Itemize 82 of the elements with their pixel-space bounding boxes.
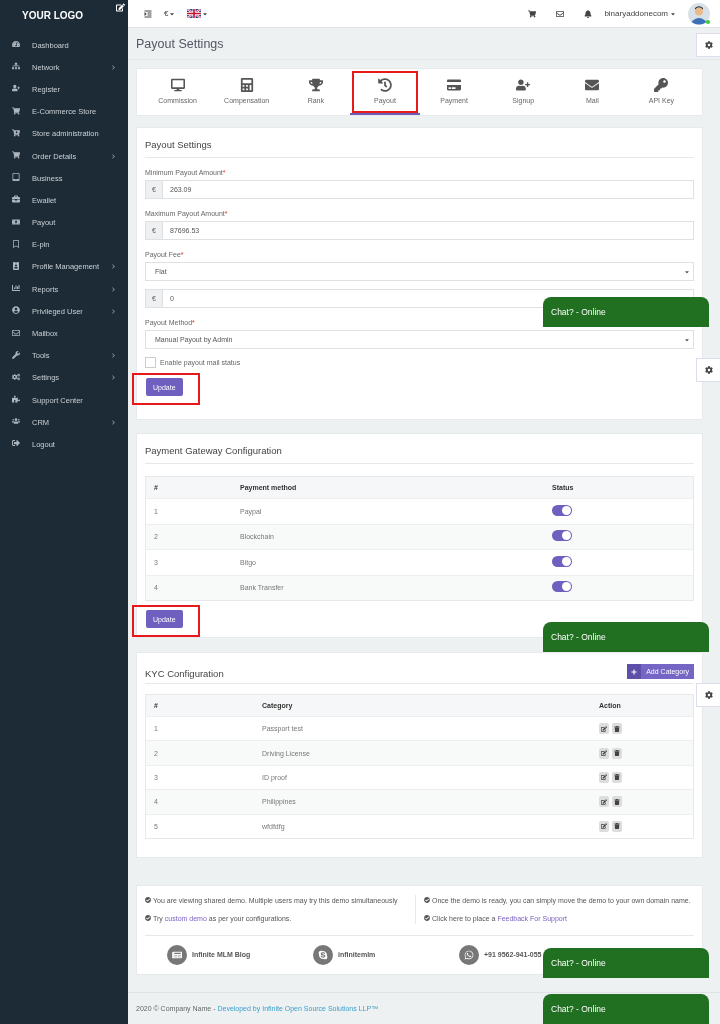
sign-out-icon — [12, 439, 20, 448]
whatsapp-icon[interactable] — [459, 944, 479, 965]
edit-button[interactable] — [599, 747, 609, 759]
chevron-icon — [111, 308, 116, 314]
briefcase-icon — [12, 195, 20, 204]
banknote-icon — [12, 217, 20, 226]
delete-button[interactable] — [612, 796, 622, 808]
chevron-icon — [111, 419, 116, 425]
page-title: Payout Settings — [136, 36, 224, 51]
gears-icon — [12, 372, 20, 381]
envelope-icon — [12, 328, 20, 337]
plus-icon — [631, 668, 638, 675]
skype-icon[interactable] — [313, 944, 333, 965]
bar-chart-icon — [12, 284, 20, 293]
cart-icon — [12, 128, 20, 137]
users-icon — [12, 417, 20, 426]
cart-icon — [12, 106, 20, 115]
chat-toast[interactable]: Chat? - Online — [543, 622, 709, 652]
gear-icon — [704, 366, 713, 374]
status-toggle[interactable] — [552, 555, 572, 567]
settings-button[interactable] — [696, 358, 720, 382]
chat-toast[interactable]: Chat? - Online — [543, 948, 709, 978]
chevron-icon — [111, 286, 116, 292]
trophy-icon — [308, 78, 323, 92]
bookmark-icon — [12, 239, 20, 248]
avatar[interactable] — [688, 2, 710, 25]
user-plus-icon — [516, 78, 531, 92]
chevron-icon — [111, 264, 116, 270]
status-toggle[interactable] — [552, 530, 572, 542]
bell-icon — [584, 9, 593, 18]
dashboard-gauge-icon — [12, 40, 20, 49]
monitor-icon — [170, 78, 185, 92]
cart-icon — [12, 151, 20, 160]
caret-icon — [202, 10, 209, 17]
chat-toast[interactable]: Chat? - Online — [543, 994, 709, 1024]
caret-icon — [670, 10, 676, 17]
user-menu[interactable]: binaryaddonecom — [604, 9, 676, 18]
puzzle-icon — [12, 395, 20, 404]
logo: YOUR LOGO — [22, 10, 85, 23]
chevron-icon — [111, 64, 116, 70]
envelope-icon — [585, 78, 600, 92]
delete-button[interactable] — [612, 723, 622, 735]
chevron-icon — [111, 153, 116, 159]
envelope-icon — [556, 9, 565, 18]
history-icon — [377, 78, 392, 92]
status-toggle[interactable] — [552, 504, 572, 516]
card-title: Payment Gateway Configuration — [145, 434, 694, 464]
edit-button[interactable] — [599, 796, 609, 808]
currency-dropdown[interactable]: € — [164, 9, 176, 18]
chat-toast[interactable]: Chat? - Online — [543, 297, 709, 327]
caret-icon — [169, 10, 176, 17]
chevron-icon — [111, 353, 116, 359]
gear-icon — [704, 691, 713, 699]
cart-icon — [528, 9, 537, 18]
caret-icon — [684, 268, 690, 275]
edit-icon — [116, 3, 125, 12]
user-plus-icon — [12, 84, 20, 93]
key-icon — [654, 78, 669, 92]
checkbox[interactable] — [145, 357, 156, 368]
edit-button[interactable] — [599, 820, 609, 832]
delete-button[interactable] — [612, 820, 622, 832]
delete-button[interactable] — [612, 747, 622, 759]
chevron-icon — [111, 375, 116, 381]
newspaper-icon[interactable] — [167, 944, 187, 965]
gear-icon — [704, 41, 713, 49]
sitemap-icon — [12, 62, 20, 71]
card-title: Payout Settings — [145, 128, 694, 158]
wrench-icon — [12, 350, 20, 359]
edit-button[interactable] — [599, 771, 609, 783]
caret-icon — [684, 336, 690, 343]
edit-button[interactable] — [599, 723, 609, 735]
tablet-icon — [12, 173, 20, 182]
settings-button[interactable] — [696, 683, 720, 707]
id-badge-icon — [12, 261, 20, 270]
status-toggle[interactable] — [552, 581, 572, 593]
menu-icon — [144, 9, 152, 18]
credit-card-icon — [447, 78, 462, 92]
calculator-icon — [239, 78, 254, 92]
language-dropdown[interactable] — [187, 9, 209, 18]
delete-button[interactable] — [612, 771, 622, 783]
card-title: KYC Configuration — [145, 668, 224, 679]
settings-button[interactable] — [696, 33, 720, 57]
